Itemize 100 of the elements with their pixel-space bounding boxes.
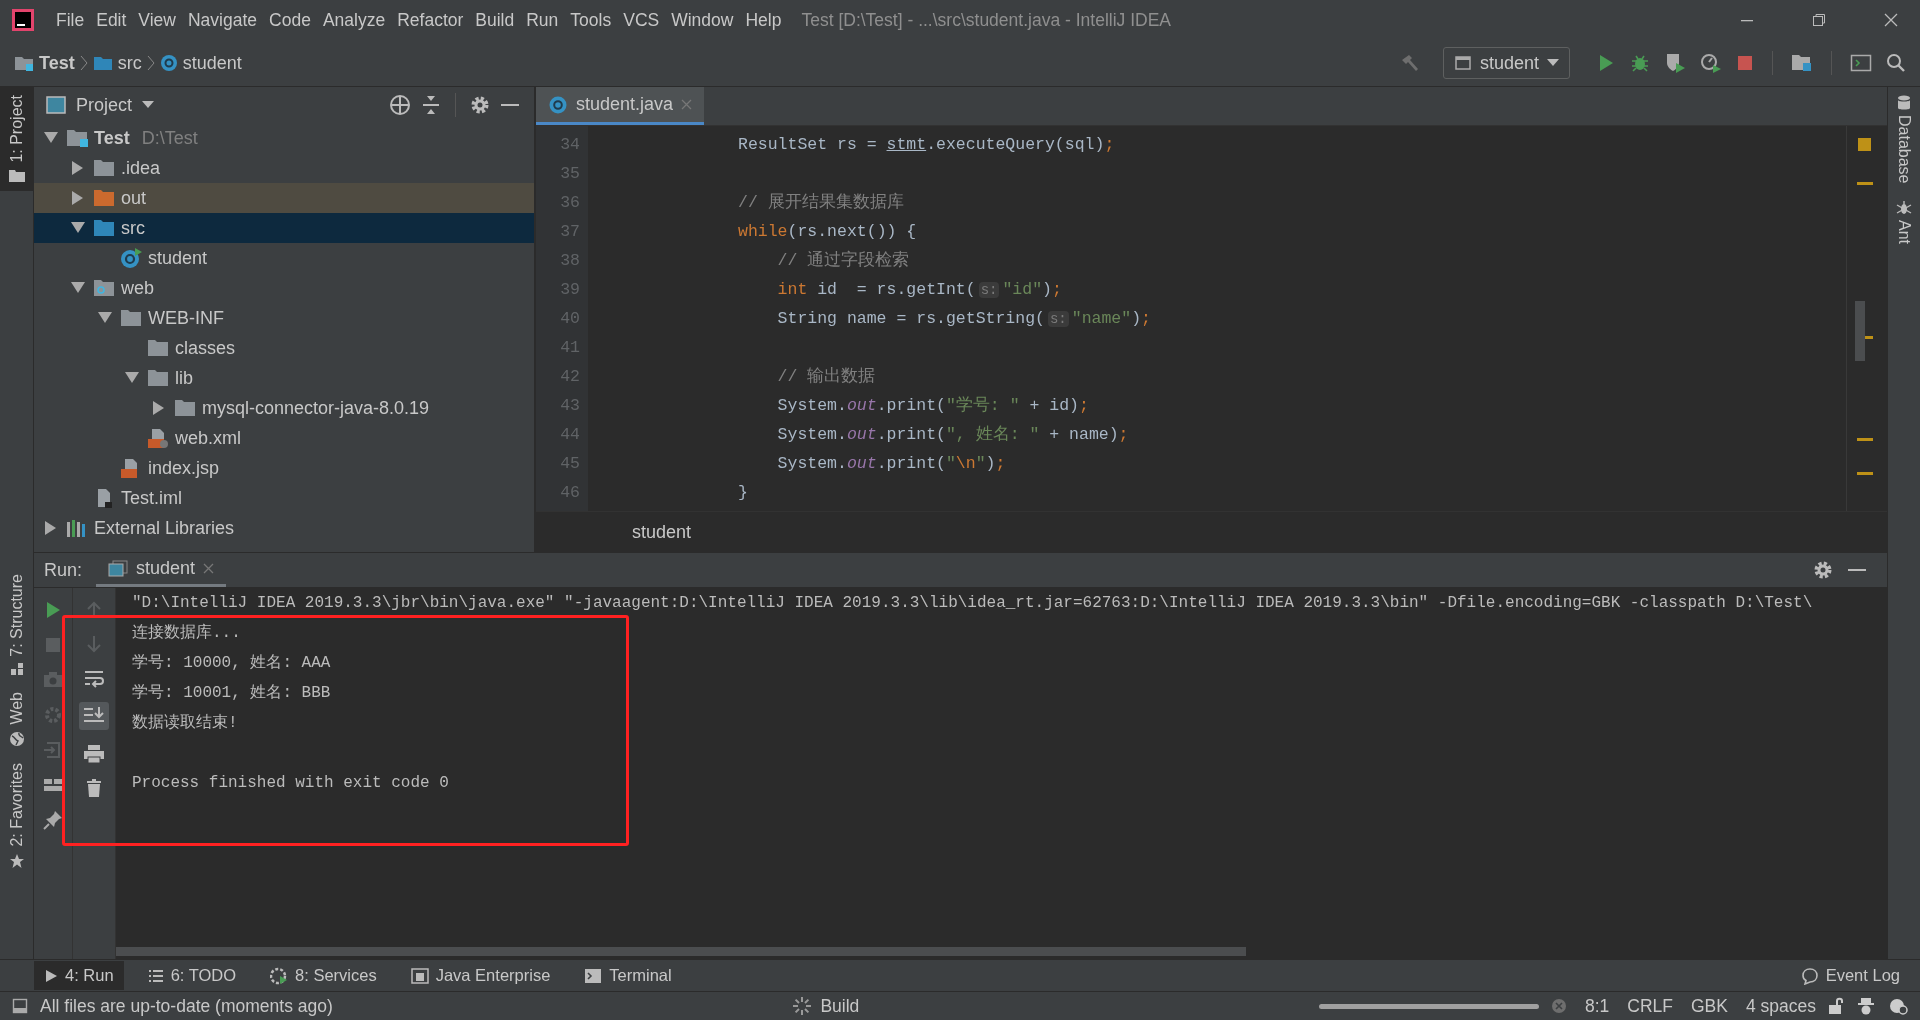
folder-grid-icon[interactable] [1791, 53, 1813, 73]
scrollbar-thumb[interactable] [1855, 301, 1865, 361]
expand-arrow-icon[interactable] [45, 521, 57, 535]
tool-window-tab[interactable]: 2: Favorites [0, 754, 33, 877]
run-configuration-dropdown[interactable]: student [1442, 47, 1570, 79]
menu-item[interactable]: Tools [564, 9, 618, 31]
tool-window-button[interactable]: 6: TODO [137, 961, 247, 990]
stop-icon[interactable] [43, 635, 63, 655]
breadcrumb-item[interactable]: student [159, 52, 242, 74]
bug-icon[interactable] [1630, 53, 1650, 73]
warning-marker [1857, 182, 1873, 185]
expand-arrow-icon[interactable] [44, 132, 58, 144]
code-breadcrumb[interactable]: student [632, 521, 692, 543]
gear-icon[interactable] [43, 705, 63, 725]
tree-item[interactable]: classes [34, 333, 534, 363]
tree-item[interactable]: .idea [34, 153, 534, 183]
tool-window-button[interactable]: Terminal [574, 961, 682, 990]
folder-icon [92, 55, 113, 71]
memory-indicator-icon[interactable] [1888, 997, 1908, 1015]
menu-item[interactable]: Build [469, 9, 521, 31]
background-task[interactable]: Build [820, 995, 860, 1017]
menu-item[interactable]: Code [263, 9, 317, 31]
breadcrumb-item[interactable]: Test [14, 52, 75, 74]
caret-icon [1547, 59, 1559, 67]
tree-item[interactable]: student [34, 243, 534, 273]
gauge-run-icon[interactable] [1700, 52, 1722, 74]
import-icon[interactable] [43, 740, 63, 760]
unlock-icon[interactable] [1828, 997, 1844, 1015]
inspector-icon[interactable] [1856, 997, 1876, 1015]
menu-item[interactable]: Edit [90, 9, 133, 31]
menu-item[interactable]: VCS [617, 9, 666, 31]
tree-item[interactable]: web.xml [34, 423, 534, 453]
tree-item[interactable]: mysql-connector-java-8.0.19 [34, 393, 534, 423]
breadcrumb-item[interactable]: src [92, 52, 142, 74]
settings-icon[interactable] [470, 95, 490, 115]
menu-item[interactable]: Window [665, 9, 740, 31]
globe-icon [8, 730, 25, 747]
caret-icon[interactable] [142, 101, 155, 109]
trash-icon[interactable] [84, 778, 104, 798]
scrollbar-thumb[interactable] [116, 947, 1246, 956]
tree-item[interactable]: out [34, 183, 534, 213]
tool-window-button[interactable]: 4: Run [34, 961, 124, 990]
menu-item[interactable]: View [132, 9, 182, 31]
tool-window-tab[interactable]: Database [1895, 87, 1913, 192]
camera-icon[interactable] [43, 670, 63, 690]
editor-tab[interactable]: student.java [536, 87, 705, 125]
tree-item[interactable]: Test D:\Test [34, 123, 534, 153]
ant-icon [1896, 199, 1912, 216]
tool-window-tab[interactable]: 1: Project [0, 87, 33, 191]
panel-toggle-icon[interactable] [12, 998, 28, 1014]
code-line: while(rs.next()) { [738, 222, 917, 241]
class-icon [159, 54, 178, 72]
tree-item[interactable]: Test.iml [34, 483, 534, 513]
tool-window-button[interactable]: Java Enterprise [400, 961, 561, 990]
folder-icon [7, 168, 26, 183]
menu-item[interactable]: File [50, 9, 91, 31]
terminal-window-icon[interactable] [1850, 53, 1872, 73]
console-line: 学号: 10001, 姓名: BBB [132, 683, 331, 704]
tree-item[interactable]: WEB-INF [34, 303, 534, 333]
expand-arrow-icon[interactable] [72, 161, 84, 175]
tree-item[interactable]: web [34, 273, 534, 303]
tool-window-tab[interactable]: Ant [1895, 191, 1913, 252]
tool-window-tab[interactable]: 7: Structure [0, 565, 33, 685]
tool-window-button[interactable]: 8: Services [260, 961, 387, 990]
wrap-icon[interactable] [83, 668, 105, 688]
scroll-to-end-icon[interactable] [79, 702, 109, 730]
indent-setting[interactable]: 4 spaces [1745, 995, 1816, 1017]
tool-window-tab[interactable]: Web [0, 684, 33, 755]
expand-arrow-icon[interactable] [71, 222, 85, 234]
close-icon[interactable] [203, 563, 215, 574]
file-encoding[interactable]: GBK [1691, 995, 1728, 1017]
menu-item[interactable]: Run [520, 9, 565, 31]
panel-title[interactable]: Project [76, 94, 133, 116]
shield-run-icon[interactable] [1664, 52, 1686, 74]
tree-item[interactable]: External Libraries [34, 513, 534, 543]
search-icon[interactable] [1886, 53, 1906, 73]
line-separator[interactable]: CRLF [1627, 995, 1673, 1017]
menu-item[interactable]: Refactor [391, 9, 470, 31]
expand-arrow-icon[interactable] [72, 191, 84, 205]
expand-arrow-icon[interactable] [98, 312, 112, 324]
event-log-button[interactable]: Event Log [1790, 961, 1910, 990]
crosshair-icon[interactable] [389, 94, 411, 116]
stop-icon[interactable] [1736, 54, 1754, 72]
print-icon[interactable] [83, 744, 105, 764]
menu-item[interactable]: Analyze [316, 9, 392, 31]
tree-item[interactable]: lib [34, 363, 534, 393]
collapse-all-icon[interactable] [421, 94, 441, 116]
tree-item[interactable]: src [34, 213, 534, 243]
expand-arrow-icon[interactable] [71, 282, 85, 294]
restore-icon[interactable] [1812, 13, 1826, 27]
caret-position[interactable]: 8:1 [1584, 995, 1610, 1017]
close-icon[interactable] [1884, 13, 1898, 27]
expand-arrow-icon[interactable] [153, 401, 165, 415]
pin-icon[interactable] [43, 810, 63, 830]
tree-item[interactable]: index.jsp [34, 453, 534, 483]
expand-arrow-icon[interactable] [125, 372, 139, 384]
settings-icon[interactable] [1813, 560, 1833, 580]
menu-item[interactable]: Help [739, 9, 788, 31]
menu-item[interactable]: Navigate [182, 9, 264, 31]
code-line: System.out.print("学号: " + id); [776, 396, 1089, 415]
